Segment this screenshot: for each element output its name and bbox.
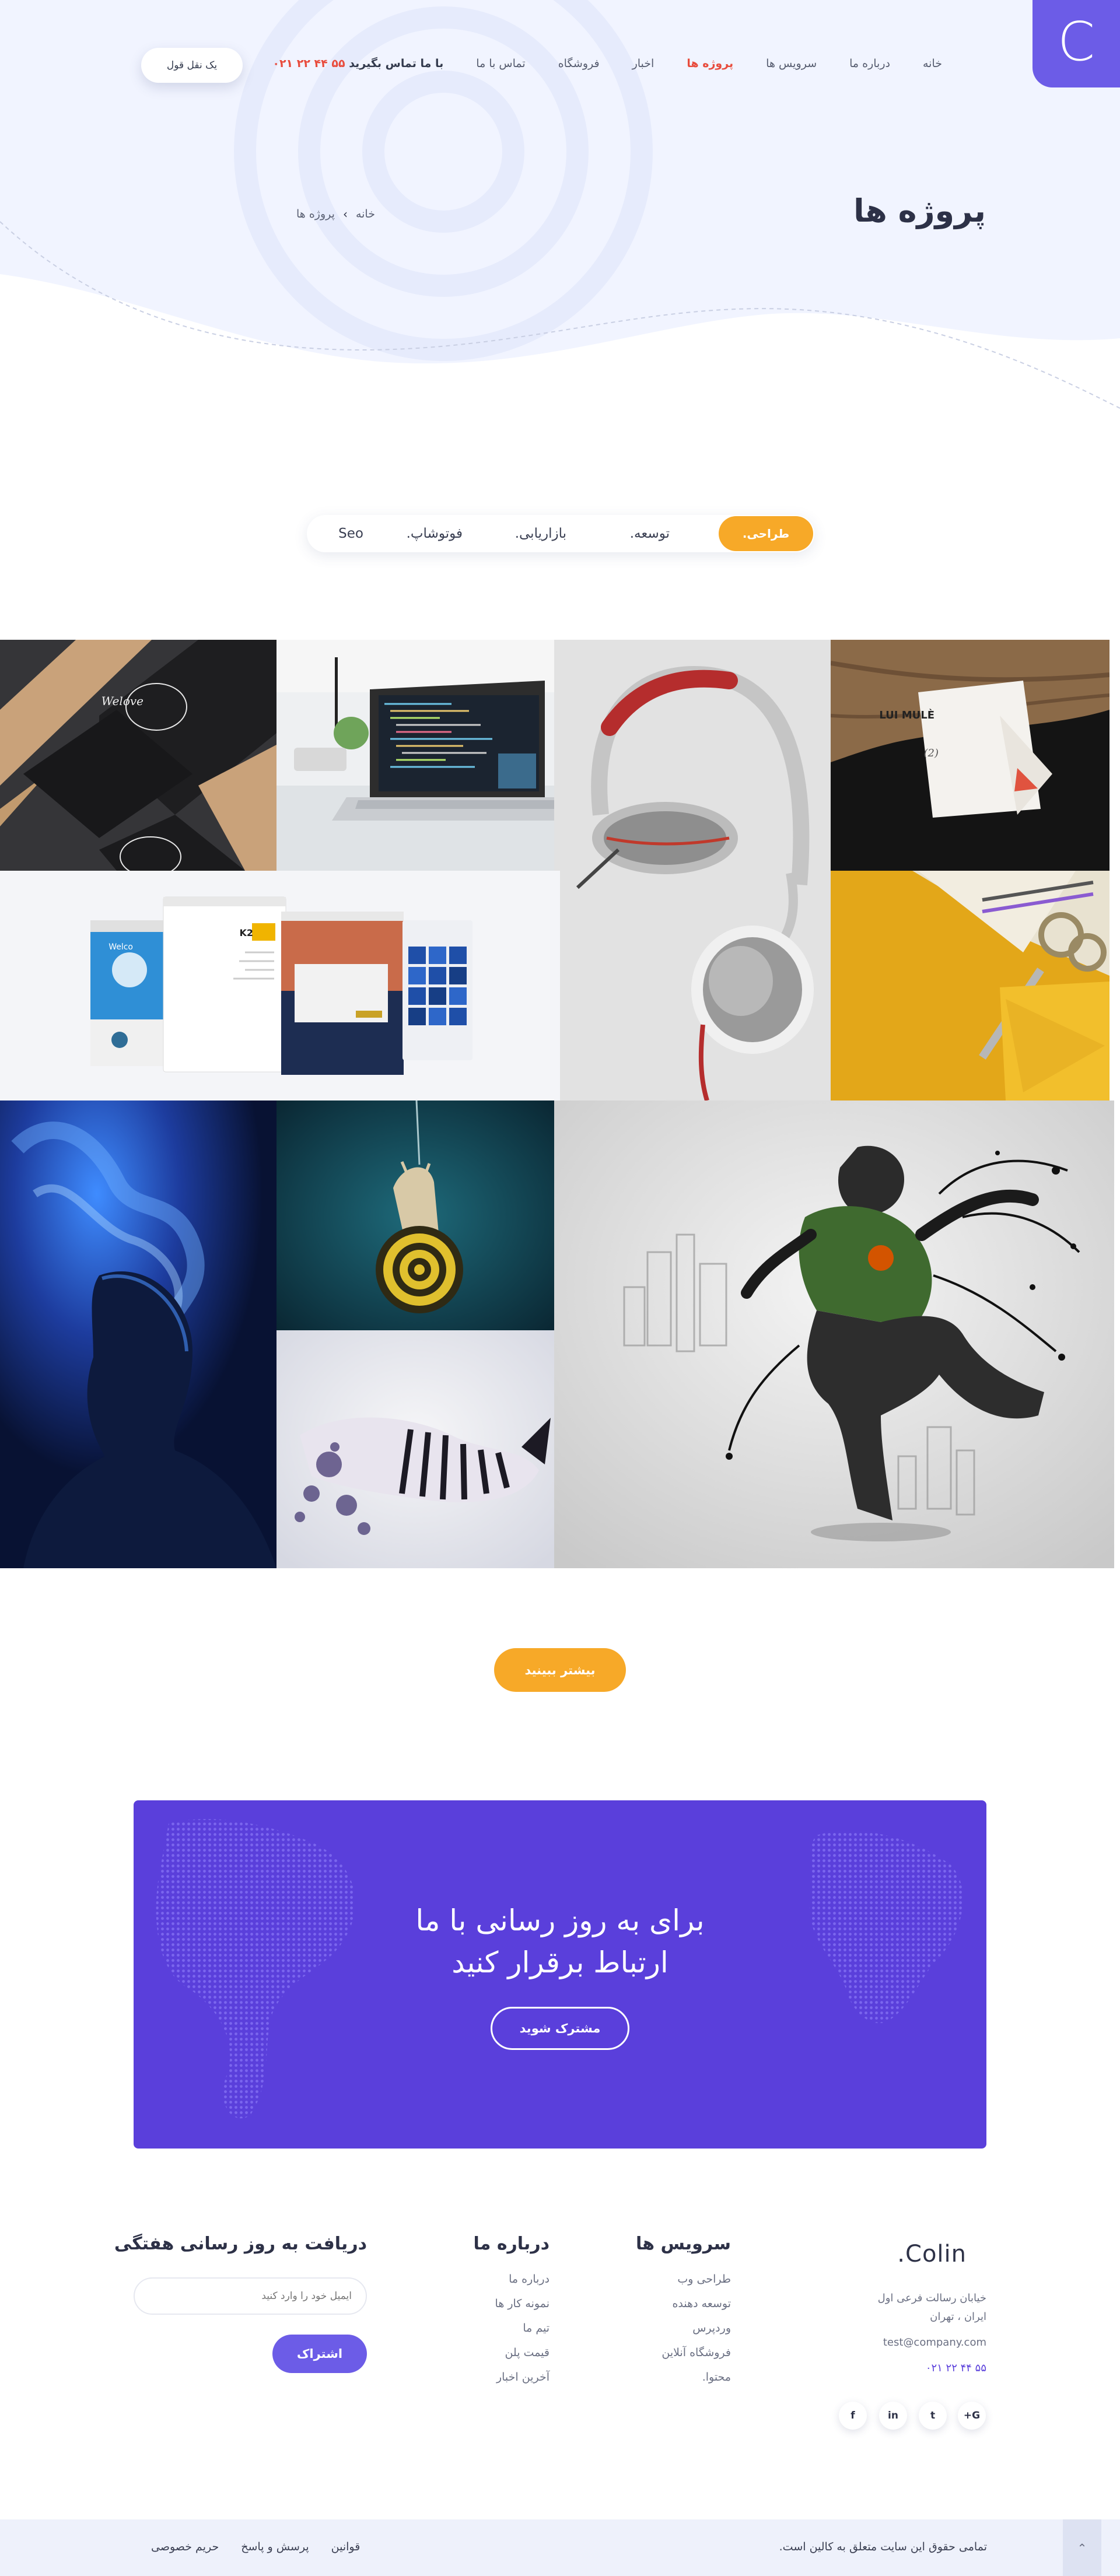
zebra-splash-image: [276, 1330, 554, 1568]
gallery-item-dancer[interactable]: [554, 1101, 1114, 1568]
footer-phone[interactable]: ۰۲۱ ۲۲ ۴۴ ۵۵: [926, 2362, 986, 2374]
footer-address-line2: ایران ، تهران: [930, 2311, 986, 2323]
gallery-item-laptop[interactable]: [276, 640, 554, 871]
nav-item-news[interactable]: اخبار: [632, 57, 654, 70]
contact-prefix: با ما تماس بگیرید: [349, 57, 444, 70]
laptop-image: [276, 640, 554, 871]
project-gallery: Welove LUI MULÈ (2) Welco K2: [0, 640, 1114, 1568]
newsletter-heading-line2: ارتباط برقرار کنید: [452, 1946, 668, 1979]
nav-item-projects[interactable]: پروژه ها: [687, 57, 733, 70]
gallery-item-headphones[interactable]: [554, 640, 831, 1101]
filter-seo[interactable]: Seo: [338, 515, 363, 552]
linkedin-icon[interactable]: in: [879, 2402, 907, 2430]
facebook-icon[interactable]: f: [839, 2402, 867, 2430]
filter-marketing[interactable]: بازاریابی.: [515, 515, 566, 552]
footer-services-column: سرویس ها طراحی وب توسعه دهنده وردپرس فرو…: [636, 2234, 731, 2384]
main-nav: خانه درباره ما سرویس ها پروژه ها اخبار ف…: [272, 57, 942, 70]
filter-design[interactable]: طراحی.: [719, 516, 813, 551]
scroll-to-top-icon[interactable]: ⌃: [1063, 2519, 1101, 2576]
business-card-image: Welove: [0, 640, 276, 871]
headphones-image: [554, 640, 831, 1101]
breadcrumb-home[interactable]: خانه: [356, 208, 375, 220]
filter-photoshop[interactable]: فوتوشاپ.: [407, 515, 463, 552]
gallery-item-zebra[interactable]: [276, 1330, 554, 1568]
footer-brand[interactable]: Colin.: [897, 2241, 967, 2267]
footer-link-about[interactable]: درباره ما: [474, 2273, 550, 2286]
footer-link-developer[interactable]: توسعه دهنده: [636, 2297, 731, 2310]
snail-image: [276, 1101, 554, 1330]
project-filter: طراحی. توسعه. بازاریابی. فوتوشاپ. Seo: [307, 515, 814, 552]
footer-services-title: سرویس ها: [636, 2234, 731, 2254]
footer-link-web-design[interactable]: طراحی وب: [636, 2273, 731, 2286]
newsletter-banner: برای به روز رسانی با ما ارتباط برقرار کن…: [134, 1800, 986, 2149]
nav-item-contact[interactable]: تماس با ما: [476, 57, 525, 70]
header-contact: با ما تماس بگیرید ۰۲۱ ۲۲ ۴۴ ۵۵: [272, 57, 443, 70]
contact-phone[interactable]: ۰۲۱ ۲۲ ۴۴ ۵۵: [272, 57, 345, 70]
smoke-portrait-image: [0, 1101, 276, 1568]
subscribe-button[interactable]: مشترک شوید: [491, 2007, 629, 2050]
svg-text:K2: K2: [239, 927, 253, 938]
stationery-image: [831, 871, 1110, 1101]
breadcrumb-separator-icon: ›: [342, 207, 348, 221]
footer-bottom-links: قوانین پرسش و پاسخ حریم خصوصی: [151, 2540, 360, 2553]
breadcrumb-current: پروژه ها: [296, 208, 335, 220]
nav-item-shop[interactable]: فروشگاه: [558, 57, 600, 70]
google-plus-icon[interactable]: G+: [958, 2402, 986, 2430]
footer-link-team[interactable]: تیم ما: [474, 2322, 550, 2335]
nav-item-home[interactable]: خانه: [923, 57, 942, 70]
footer-about-title: درباره ما: [473, 2234, 550, 2254]
footer-link-online-shop[interactable]: فروشگاه آنلاین: [636, 2346, 731, 2359]
page-header: C خانه درباره ما سرویس ها پروژه ها اخبار…: [0, 0, 1120, 420]
gallery-item-web-mockup[interactable]: Welco K2: [0, 871, 560, 1101]
gallery-item-snail[interactable]: [276, 1101, 554, 1330]
footer-bottom-bar: تمامی حقوق این سایت متعلق به کالین است. …: [0, 2519, 1120, 2576]
footer-link-privacy[interactable]: حریم خصوصی: [151, 2540, 219, 2553]
logo[interactable]: C: [1032, 0, 1120, 87]
footer-link-faq[interactable]: پرسش و پاسخ: [241, 2540, 309, 2553]
footer-link-content[interactable]: محتوا.: [636, 2371, 731, 2384]
copyright-text: تمامی حقوق این سایت متعلق به کالین است.: [779, 2540, 987, 2553]
twitter-icon[interactable]: t: [919, 2402, 947, 2430]
footer-newsletter-title: دریافت به روز رسانی هفتگی: [114, 2234, 367, 2254]
breadcrumb: خانه › پروژه ها: [296, 207, 375, 221]
newsletter-heading-line1: برای به روز رسانی با ما: [415, 1904, 705, 1937]
page-title: پروژه ها: [853, 192, 986, 229]
footer-link-terms[interactable]: قوانین: [331, 2540, 360, 2553]
footer-link-wordpress[interactable]: وردپرس: [636, 2322, 731, 2335]
join-button[interactable]: اشتراک: [272, 2335, 367, 2373]
gallery-item-brand-tag[interactable]: LUI MULÈ (2): [831, 640, 1110, 871]
brand-tag-image: LUI MULÈ (2): [831, 640, 1110, 871]
footer-about-column: درباره ما درباره ما نمونه کار ها تیم ما …: [474, 2234, 550, 2384]
see-more-button[interactable]: بیشتر ببینید: [494, 1648, 626, 1692]
svg-text:Welco: Welco: [108, 942, 133, 952]
footer-link-pricing[interactable]: قیمت پلن: [474, 2346, 550, 2359]
footer-newsletter-column: دریافت به روز رسانی هفتگی: [114, 2234, 367, 2254]
newsletter-email-input[interactable]: [134, 2277, 367, 2315]
filter-development[interactable]: توسعه.: [630, 515, 670, 552]
footer-link-portfolio[interactable]: نمونه کار ها: [474, 2297, 550, 2310]
gallery-item-business-cards[interactable]: Welove: [0, 640, 276, 871]
web-mockup-image: Welco K2: [0, 871, 560, 1101]
gallery-item-stationery[interactable]: [831, 871, 1110, 1101]
gallery-item-smoke-portrait[interactable]: [0, 1101, 276, 1568]
dancer-image: [554, 1101, 1114, 1568]
quote-button[interactable]: یک نقل قول: [141, 48, 243, 83]
footer-email[interactable]: test@company.com: [883, 2336, 986, 2349]
footer-address-line1: خیابان رسالت فرعی اول: [877, 2292, 986, 2304]
nav-item-about[interactable]: درباره ما: [849, 57, 890, 70]
svg-text:(2): (2): [923, 747, 939, 759]
svg-text:Welove: Welove: [102, 694, 144, 708]
footer-link-latest-news[interactable]: آخرین اخبار: [474, 2371, 550, 2384]
nav-item-services[interactable]: سرویس ها: [766, 57, 817, 70]
svg-text:LUI MULÈ: LUI MULÈ: [879, 709, 935, 721]
